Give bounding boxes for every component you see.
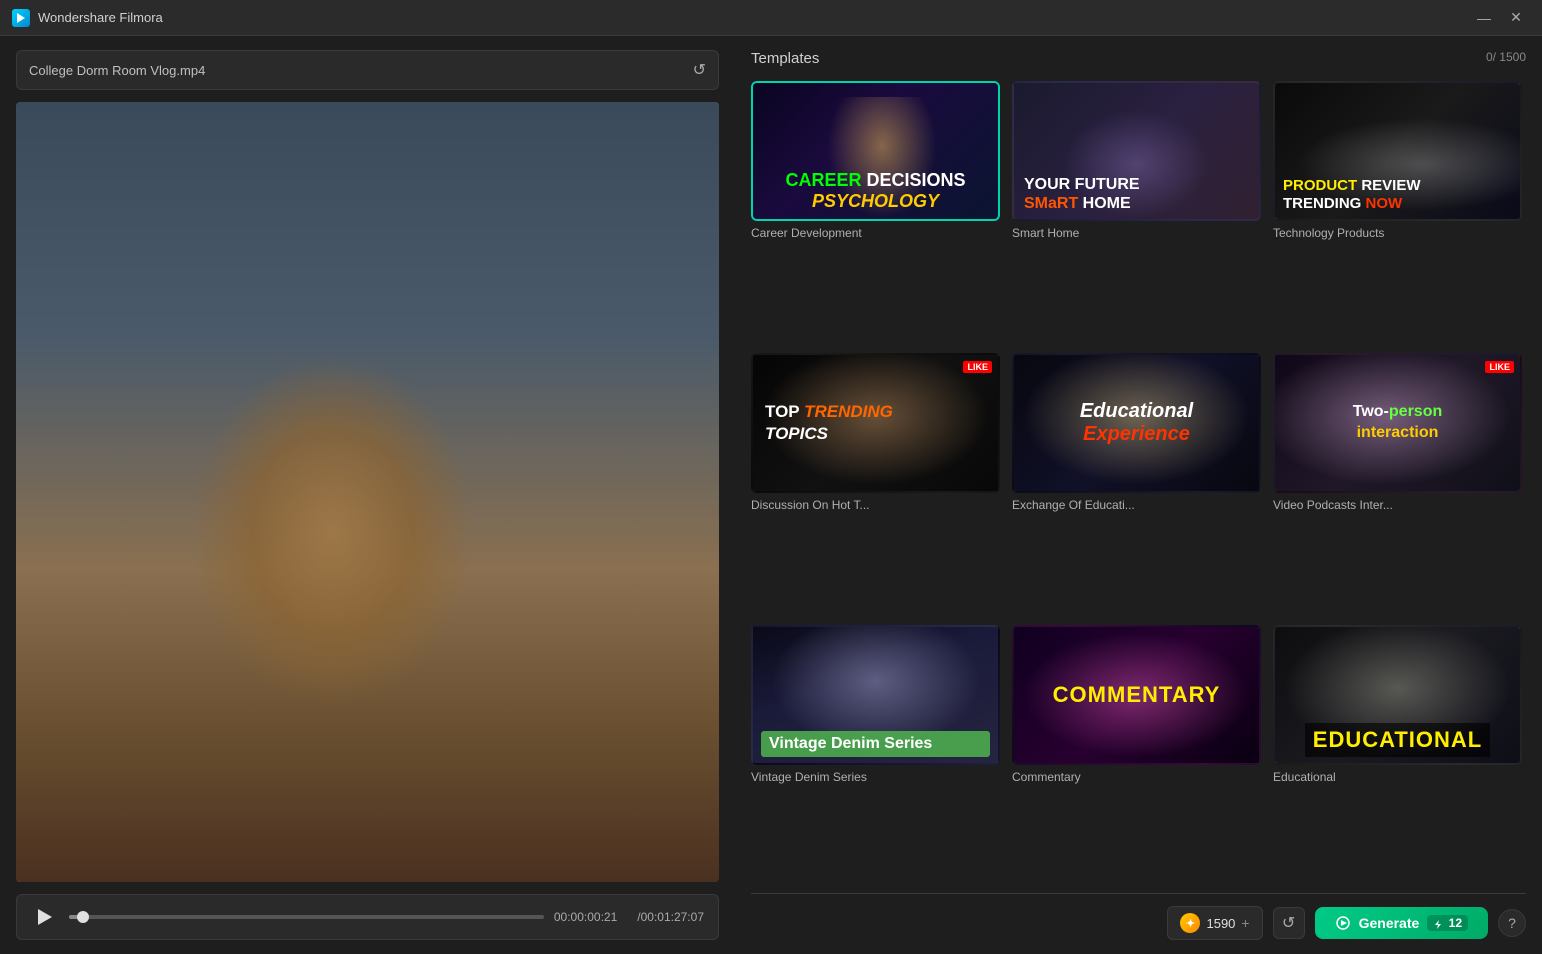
template-label-career: Career Development bbox=[751, 226, 1000, 240]
template-thumb-podcast: LIKE Two-person interaction bbox=[1273, 353, 1522, 493]
template-item-podcast[interactable]: LIKE Two-person interaction Video Podcas… bbox=[1273, 353, 1522, 613]
denim-text: Vintage Denim Series bbox=[761, 731, 990, 757]
template-label-educational2: Educational bbox=[1273, 770, 1522, 784]
total-time: /00:01:27:07 bbox=[637, 910, 704, 924]
video-controls: 00:00:00:21 /00:01:27:07 bbox=[16, 894, 719, 940]
template-item-tech[interactable]: PRODUCT REVIEW TRENDING NOW Technology P… bbox=[1273, 81, 1522, 341]
help-button[interactable]: ? bbox=[1498, 909, 1526, 937]
video-person-overlay bbox=[16, 102, 719, 882]
minimize-button[interactable]: — bbox=[1470, 8, 1498, 28]
template-thumb-commentary: COMMENTARY bbox=[1012, 625, 1261, 765]
bottom-bar: ✦ 1590 + ↺ Generate 12 ? bbox=[751, 893, 1526, 940]
title-bar-left: Wondershare Filmora bbox=[12, 9, 163, 27]
credits-value: 1590 bbox=[1206, 916, 1235, 931]
template-label-podcast: Video Podcasts Inter... bbox=[1273, 498, 1522, 512]
generate-count: 12 bbox=[1449, 916, 1462, 930]
counter-display: 0/ 1500 bbox=[1486, 50, 1526, 64]
credits-icon: ✦ bbox=[1180, 913, 1200, 933]
credits-plus-button[interactable]: + bbox=[1241, 915, 1249, 931]
video-frame bbox=[16, 102, 719, 882]
template-label-denim: Vintage Denim Series bbox=[751, 770, 1000, 784]
current-time: 00:00:00:21 bbox=[554, 910, 617, 924]
template-thumb-educational2: EDUCATIONAL bbox=[1273, 625, 1522, 765]
main-layout: College Dorm Room Vlog.mp4 ↺ 00:00:00:21… bbox=[0, 36, 1542, 954]
video-preview bbox=[16, 102, 719, 882]
generate-label: Generate bbox=[1359, 915, 1420, 931]
title-bar: Wondershare Filmora — ✕ bbox=[0, 0, 1542, 36]
progress-track[interactable] bbox=[69, 915, 544, 919]
generate-badge: 12 bbox=[1427, 915, 1468, 931]
template-item-smarthome[interactable]: YOUR FUTURE SMaRT HOME Smart Home bbox=[1012, 81, 1261, 341]
templates-title: Templates bbox=[751, 50, 1526, 67]
template-thumb-education: Educational Experience bbox=[1012, 353, 1261, 493]
template-item-career[interactable]: CAREER DECISIONS PSYCHOLOGY Career Devel… bbox=[751, 81, 1000, 341]
play-button[interactable] bbox=[31, 903, 59, 931]
template-item-discussion[interactable]: LIKE TOP TRENDING TOPICS Discussion On H… bbox=[751, 353, 1000, 613]
left-panel: College Dorm Room Vlog.mp4 ↺ 00:00:00:21… bbox=[0, 36, 735, 954]
template-item-denim[interactable]: Vintage Denim Series Vintage Denim Serie… bbox=[751, 625, 1000, 885]
close-button[interactable]: ✕ bbox=[1502, 8, 1530, 28]
template-thumb-discussion: LIKE TOP TRENDING TOPICS bbox=[751, 353, 1000, 493]
help-icon: ? bbox=[1508, 915, 1516, 931]
template-thumb-career: CAREER DECISIONS PSYCHOLOGY bbox=[751, 81, 1000, 221]
template-label-smarthome: Smart Home bbox=[1012, 226, 1261, 240]
file-input-bar: College Dorm Room Vlog.mp4 ↺ bbox=[16, 50, 719, 90]
template-item-educational2[interactable]: EDUCATIONAL Educational bbox=[1273, 625, 1522, 885]
lightning-icon bbox=[1433, 919, 1443, 929]
app-title: Wondershare Filmora bbox=[38, 10, 163, 25]
template-label-tech: Technology Products bbox=[1273, 226, 1522, 240]
template-label-education: Exchange Of Educati... bbox=[1012, 498, 1261, 512]
credits-display: ✦ 1590 + bbox=[1167, 906, 1262, 940]
educational2-text: EDUCATIONAL bbox=[1305, 723, 1490, 757]
templates-grid: CAREER DECISIONS PSYCHOLOGY Career Devel… bbox=[751, 81, 1526, 885]
template-thumb-tech: PRODUCT REVIEW TRENDING NOW bbox=[1273, 81, 1522, 221]
refresh-button[interactable]: ↺ bbox=[693, 60, 706, 80]
template-item-commentary[interactable]: COMMENTARY Commentary bbox=[1012, 625, 1261, 885]
window-controls: — ✕ bbox=[1470, 8, 1530, 28]
template-thumb-smarthome: YOUR FUTURE SMaRT HOME bbox=[1012, 81, 1261, 221]
generate-icon bbox=[1335, 915, 1351, 931]
template-label-commentary: Commentary bbox=[1012, 770, 1261, 784]
right-panel: 0/ 1500 Templates CAREER DECISIONS PSYCH… bbox=[735, 36, 1542, 954]
progress-thumb bbox=[77, 911, 89, 923]
generate-button[interactable]: Generate 12 bbox=[1315, 907, 1488, 939]
refresh-templates-button[interactable]: ↺ bbox=[1273, 907, 1305, 939]
filename-text: College Dorm Room Vlog.mp4 bbox=[29, 63, 693, 78]
template-label-discussion: Discussion On Hot T... bbox=[751, 498, 1000, 512]
template-item-education[interactable]: Educational Experience Exchange Of Educa… bbox=[1012, 353, 1261, 613]
template-thumb-denim: Vintage Denim Series bbox=[751, 625, 1000, 765]
app-icon bbox=[12, 9, 30, 27]
commentary-text: COMMENTARY bbox=[1053, 682, 1221, 708]
